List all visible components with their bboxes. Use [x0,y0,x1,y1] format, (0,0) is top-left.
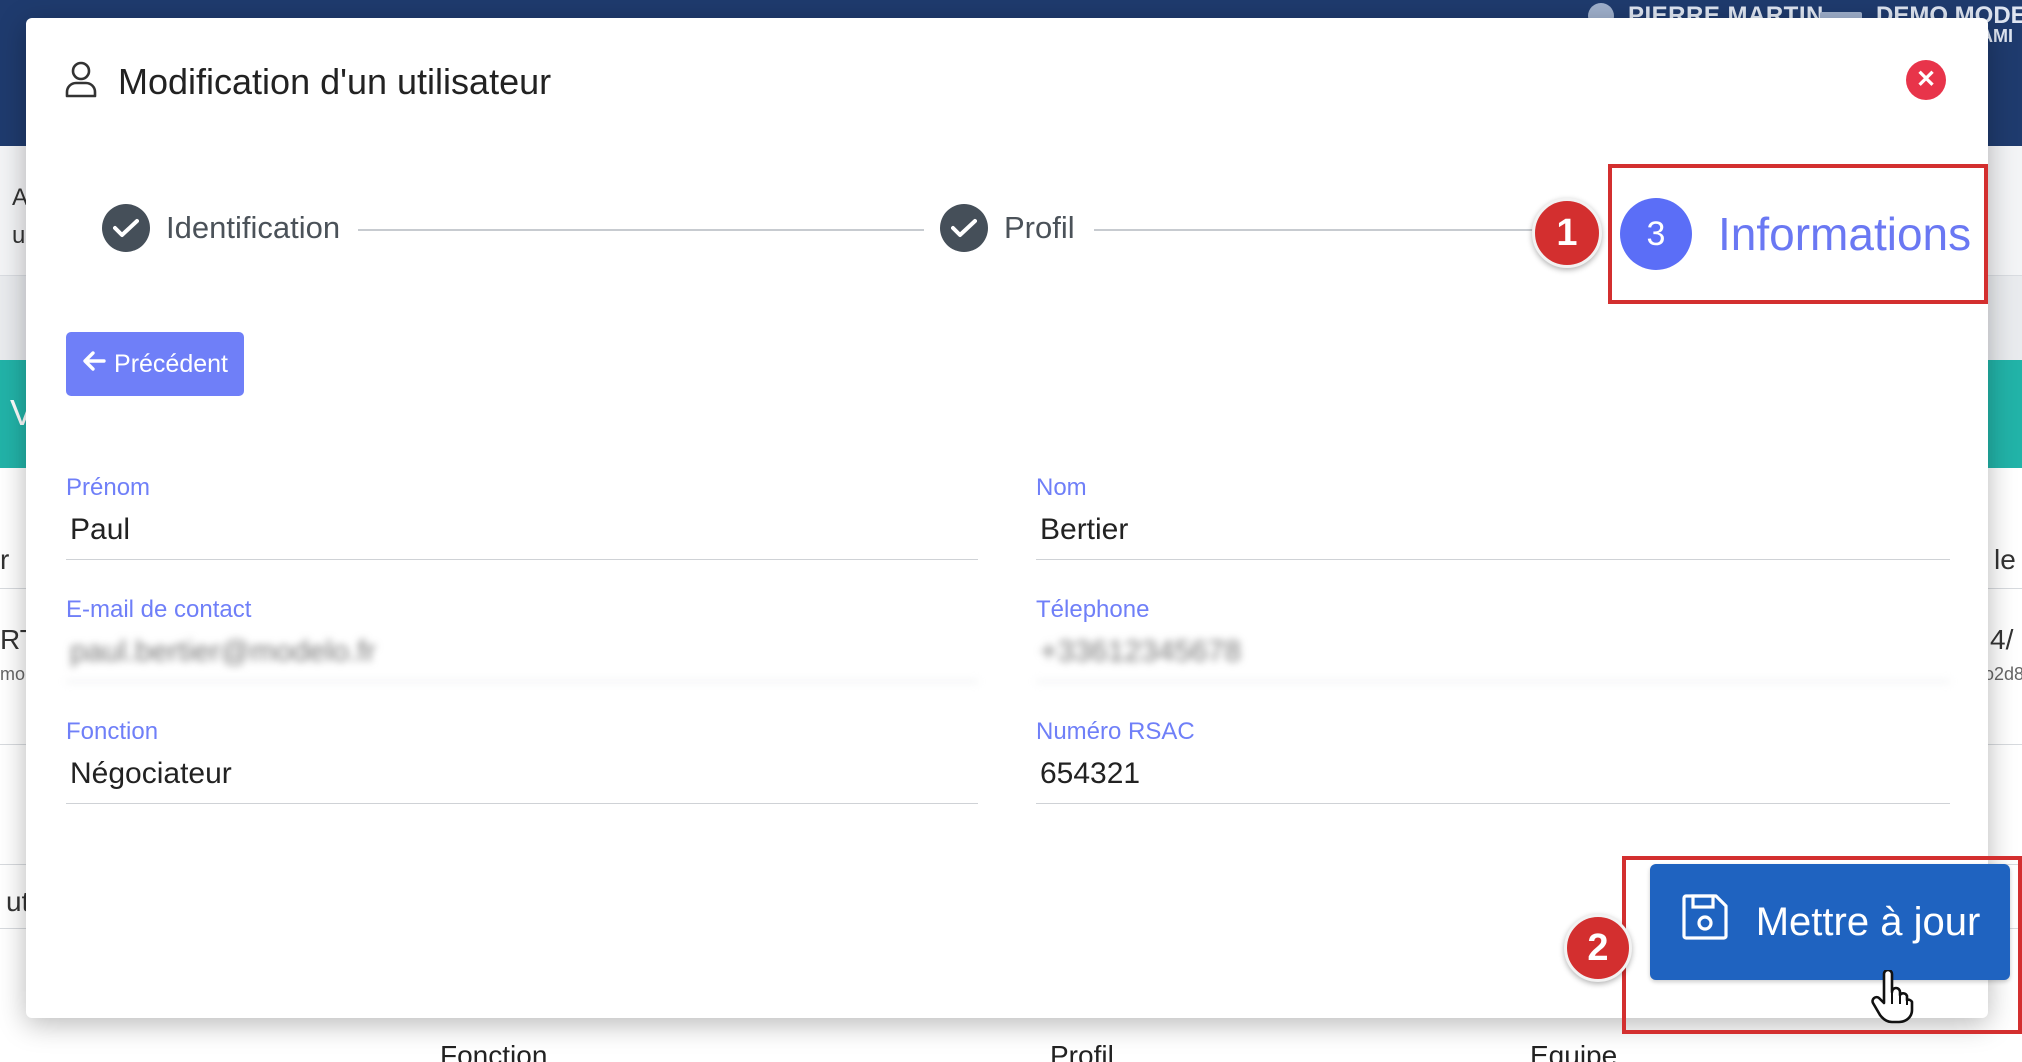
field-email: E-mail de contact paul.bertier@modelo.fr [66,596,978,682]
check-icon [102,204,150,252]
modal-header: Modification d'un utilisateur [64,60,551,103]
step-informations[interactable]: 3 Informations [1620,198,1971,270]
field-rsac: Numéro RSAC 654321 [1036,718,1950,804]
column-header-profil[interactable]: Profil [1050,1040,1114,1062]
annotation-badge-1: 1 [1532,198,1602,268]
field-fonction: Fonction Négociateur [66,718,978,804]
field-label: Prénom [66,474,151,501]
step-label: Informations [1718,208,1972,260]
previous-label: Précédent [114,349,228,378]
update-label: Mettre à jour [1755,899,1981,944]
modal-title: Modification d'un utilisateur [118,60,552,102]
field-label: E-mail de contact [66,596,252,623]
bg-fragment: mo [0,664,26,684]
step-connector [1094,229,1564,231]
step-connector [358,229,924,231]
fonction-input[interactable]: Négociateur [66,756,978,804]
field-label: Télephone [1036,596,1150,623]
bg-fragment: le [1994,544,2016,575]
bg-fragment: 4/ [1990,624,2014,655]
hand-cursor-icon [1870,968,1914,1029]
step-identification[interactable]: Identification [102,204,340,252]
field-label: Fonction [66,718,159,745]
field-prenom: Prénom Paul [66,474,978,560]
bg-fragment: u [12,222,26,249]
save-icon [1680,892,1730,952]
step-label: Profil [1004,210,1075,245]
arrow-left-icon [82,350,106,379]
rsac-input[interactable]: 654321 [1036,756,1950,804]
bg-fragment: o2d8 [1984,664,2022,684]
field-label: Numéro RSAC [1036,718,1195,745]
column-header-equipe[interactable]: Equipe [1530,1040,1617,1062]
nom-input[interactable]: Bertier [1036,512,1950,560]
update-button[interactable]: Mettre à jour [1650,864,2010,980]
check-icon [940,204,988,252]
step-number: 3 [1620,198,1692,270]
step-profil[interactable]: Profil [940,204,1075,252]
step-label: Identification [166,210,341,245]
previous-button[interactable]: Précédent [66,332,244,396]
prenom-input[interactable]: Paul [66,512,978,560]
bg-fragment: r [0,544,10,575]
annotation-badge-2: 2 [1564,914,1632,982]
field-telephone: Télephone +33612345678 [1036,596,1950,682]
field-label: Nom [1036,474,1087,501]
close-icon: ✕ [1915,66,1937,93]
field-nom: Nom Bertier [1036,474,1950,560]
user-icon [64,60,98,103]
telephone-input[interactable]: +33612345678 [1036,634,1950,682]
email-input[interactable]: paul.bertier@modelo.fr [66,634,978,682]
close-button[interactable]: ✕ [1906,60,1946,100]
column-header-fonction[interactable]: Fonction [440,1040,547,1062]
